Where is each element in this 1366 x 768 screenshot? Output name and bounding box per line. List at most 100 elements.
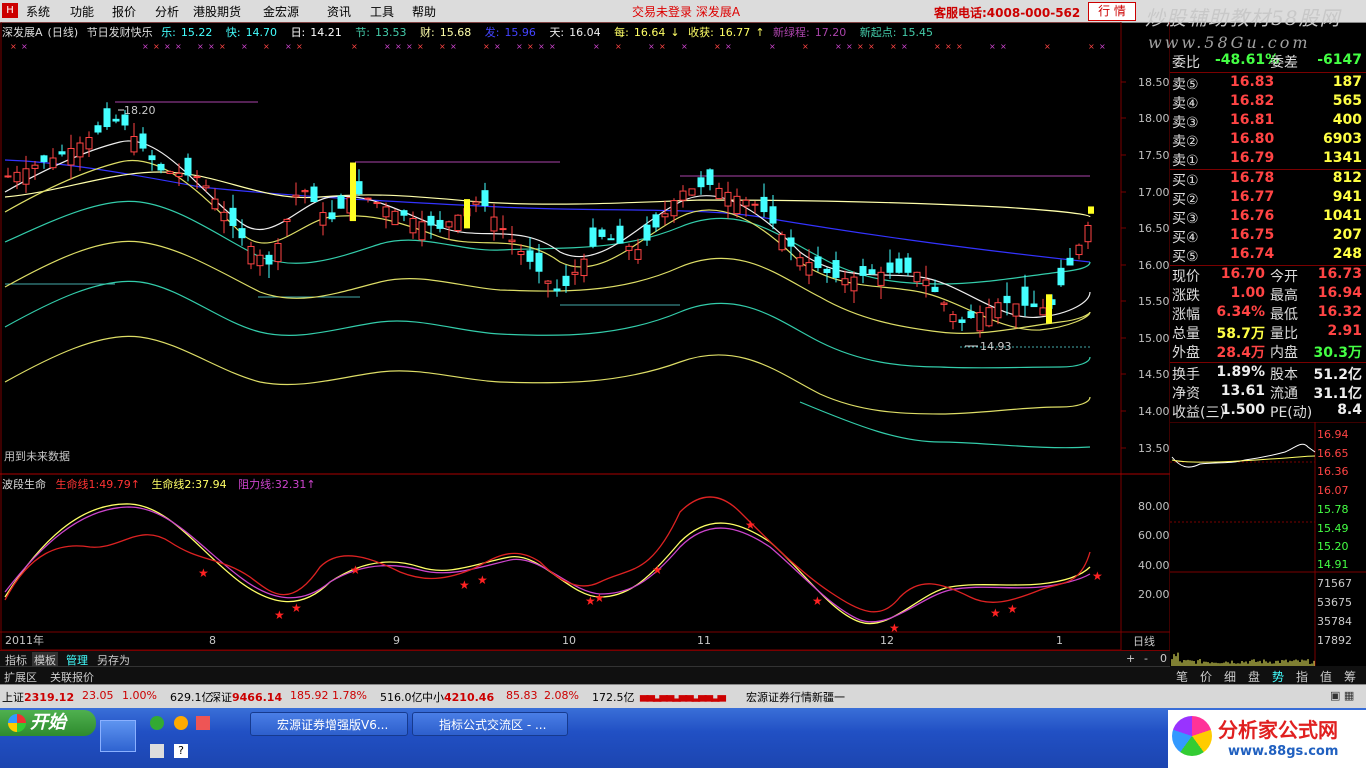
candle-body	[616, 225, 624, 244]
menu-item-tools[interactable]: 工具	[370, 3, 394, 20]
stat-label: 流通	[1270, 386, 1298, 402]
buy-level-1[interactable]: 买① 16.78 812	[1170, 170, 1366, 189]
menu-item-analysis[interactable]: 分析	[155, 3, 179, 20]
signal-mark: ×	[450, 42, 457, 51]
taskbar-item-app[interactable]: 宏源证券增强版V6...	[250, 712, 408, 736]
sell-level-4[interactable]: 卖④ 16.82 565	[1170, 93, 1366, 112]
candle-body	[490, 216, 498, 232]
candle-body	[292, 194, 300, 198]
buy-level-3[interactable]: 买③ 16.76 1041	[1170, 208, 1366, 227]
candle-body	[661, 213, 669, 218]
candle-body	[976, 312, 984, 332]
candle-body	[1084, 224, 1092, 243]
right-tab-bar: 笔 价 细 盘 势 指 值 筹	[1170, 666, 1366, 684]
order-level-label: 买①	[1172, 173, 1199, 189]
menu-item-system[interactable]: 系统	[26, 3, 50, 20]
stat-label: 外盘	[1172, 345, 1200, 361]
quicklaunch-icon-2[interactable]	[174, 716, 188, 730]
candle-body	[418, 221, 426, 241]
menu-item-quote[interactable]: 报价	[112, 3, 136, 20]
sz-index[interactable]: 深证9466.14	[210, 689, 282, 705]
order-price: 16.82	[1230, 93, 1275, 109]
price-tick: 16.50	[1138, 222, 1170, 235]
kline-chart[interactable]: 18.50 18.00 17.50 17.00 16.50 16.00 15.5…	[0, 22, 1170, 650]
tab-index[interactable]: 指	[1296, 668, 1308, 685]
market-button[interactable]: 行 情	[1088, 2, 1136, 21]
site-watermark: 分析家公式网 www.88gs.com	[1168, 710, 1366, 768]
candle-body	[904, 257, 912, 273]
news-ticker[interactable]: 宏源证券行情新疆一	[746, 689, 845, 705]
help-icon[interactable]: ?	[174, 744, 188, 758]
sell-level-2[interactable]: 卖② 16.80 6903	[1170, 131, 1366, 150]
stat-value: 31.1亿	[1313, 386, 1362, 402]
candle-body	[274, 243, 282, 263]
candle-body	[778, 234, 786, 251]
sub-tick: 60.00	[1138, 529, 1170, 542]
menu-item-jinhongyuan[interactable]: 金宏源	[263, 3, 299, 20]
tab-extension[interactable]: 扩展区	[4, 669, 37, 685]
signal-mark: ×	[164, 42, 171, 51]
sh-index[interactable]: 上证2319.12	[2, 689, 74, 705]
stat-value: 8.4	[1337, 402, 1362, 418]
cycle-label[interactable]: 日线	[1133, 634, 1155, 648]
candle-body	[508, 239, 516, 243]
candle-body	[94, 125, 102, 133]
buy-level-4[interactable]: 买④ 16.75 207	[1170, 227, 1366, 246]
quicklaunch-icon-4[interactable]	[150, 744, 164, 758]
quicklaunch-icon-1[interactable]	[150, 716, 164, 730]
order-volume: 1041	[1323, 208, 1362, 224]
watermark-url: www.88gs.com	[1228, 744, 1339, 759]
stat-row: 总量 58.7万 量比 2.91	[1170, 323, 1366, 342]
menu-item-info[interactable]: 资讯	[327, 3, 351, 20]
menu-item-help[interactable]: 帮助	[412, 3, 436, 20]
candle-body	[967, 311, 975, 319]
indicator-value: 16.04	[569, 26, 601, 39]
trade-status[interactable]: 交易未登录 深发展A	[632, 3, 740, 20]
tab-price[interactable]: 价	[1200, 668, 1212, 685]
buy-level-5[interactable]: 买⑤ 16.74 248	[1170, 246, 1366, 265]
tab-book[interactable]: 盘	[1248, 668, 1260, 685]
candle-body	[31, 164, 39, 169]
candle-body	[598, 229, 606, 237]
tab-chips[interactable]: 筹	[1344, 668, 1356, 685]
menu-item-function[interactable]: 功能	[70, 3, 94, 20]
intraday-mini-chart[interactable]: 16.94 16.65 16.36 16.07 15.78 15.49 15.2…	[1170, 422, 1366, 666]
sell-level-1[interactable]: 卖① 16.79 1341	[1170, 150, 1366, 169]
stat-row: 涨幅 6.34% 最低 16.32	[1170, 304, 1366, 323]
tab-tick[interactable]: 笔	[1176, 668, 1188, 685]
taskbar-item-browser[interactable]: 指标公式交流区 - ...	[412, 712, 568, 736]
candle-body	[994, 302, 1002, 319]
sell-level-3[interactable]: 卖③ 16.81 400	[1170, 112, 1366, 131]
signal-mark: ×	[1099, 42, 1106, 51]
tab-trend[interactable]: 势	[1272, 668, 1284, 685]
order-price: 16.78	[1230, 170, 1275, 186]
quicklaunch-icon-3[interactable]	[196, 716, 210, 730]
signal-mark: ×	[934, 42, 941, 51]
date-axis: 2011年 8 9 10 11 12 1 日线	[5, 633, 1155, 648]
signal-mark: ×	[285, 42, 292, 51]
tab-value[interactable]: 值	[1320, 668, 1332, 685]
stat-value: 58.7万	[1216, 326, 1265, 342]
stat-value: 51.2亿	[1313, 367, 1362, 383]
tab-detail[interactable]: 细	[1224, 668, 1236, 685]
show-desktop-icon[interactable]	[100, 720, 136, 752]
zoom-in-button[interactable]: +	[1124, 652, 1137, 665]
highlight-candle	[1046, 294, 1052, 324]
index-status-bar: 上证2319.12 23.05 1.00% 629.1亿 深证9466.14 1…	[0, 684, 1366, 709]
price-tick: 15.00	[1138, 332, 1170, 345]
sz-amount: 516.0亿	[380, 691, 423, 704]
candle-body	[841, 278, 849, 286]
buy-level-2[interactable]: 买② 16.77 941	[1170, 189, 1366, 208]
candle-body	[40, 155, 48, 163]
sh-value: 2319.12	[24, 691, 75, 704]
zx-index[interactable]: 中小4210.46	[422, 689, 494, 705]
zoom-reset-button[interactable]: 0	[1158, 652, 1169, 665]
tab-related-quote[interactable]: 关联报价	[50, 669, 94, 685]
menu-item-hk-futures[interactable]: 港股期货	[193, 3, 241, 20]
sell-level-5[interactable]: 卖⑤ 16.83 187	[1170, 74, 1366, 93]
signal-mark: ×	[846, 42, 853, 51]
zoom-out-button[interactable]: -	[1142, 652, 1150, 665]
order-level-label: 卖③	[1172, 115, 1199, 131]
signal-mark: ×	[1000, 42, 1007, 51]
weicha-value: -6147	[1317, 52, 1362, 68]
